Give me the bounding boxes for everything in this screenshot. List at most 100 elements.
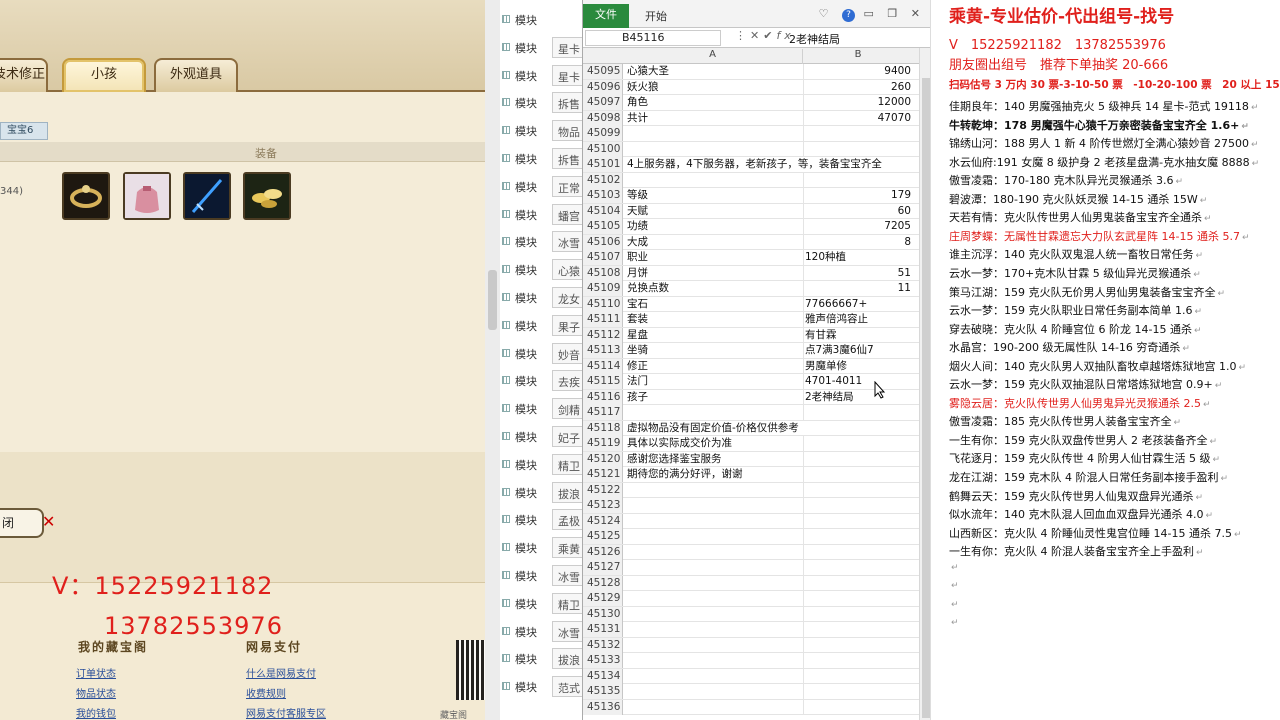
cell-a[interactable]: 坐骑 <box>627 343 648 358</box>
row-number[interactable]: 45098 <box>583 110 623 126</box>
row-number[interactable]: 45107 <box>583 250 623 265</box>
row-number[interactable]: 45123 <box>583 498 623 513</box>
confirm-icon[interactable]: ✔ <box>763 29 776 42</box>
cell-a[interactable]: 角色 <box>627 95 648 110</box>
row-number[interactable]: 45116 <box>583 389 623 405</box>
row-number[interactable]: 45136 <box>583 699 623 715</box>
cell-a[interactable]: 月饼 <box>627 266 648 281</box>
row-number[interactable]: 45128 <box>583 575 623 591</box>
row-number[interactable]: 45115 <box>583 374 623 389</box>
cell-b[interactable]: 260 <box>805 80 911 95</box>
row-number[interactable]: 45117 <box>583 405 623 420</box>
subtab-pet[interactable]: 宝宝6 <box>0 122 48 140</box>
row-number[interactable]: 45109 <box>583 281 623 296</box>
close-icon[interactable]: ✕ <box>911 7 925 20</box>
cell-b[interactable]: 7205 <box>805 219 911 234</box>
ring-item-icon[interactable] <box>62 172 110 220</box>
row-number[interactable]: 45113 <box>583 343 623 358</box>
cell-b[interactable]: 4701-4011 <box>805 374 911 389</box>
cell-a[interactable]: 妖火狼 <box>627 80 659 95</box>
row-number[interactable]: 45104 <box>583 203 623 219</box>
row-number[interactable]: 45120 <box>583 451 623 467</box>
cell-a[interactable]: 具体以实际成交价为准 <box>627 436 732 451</box>
formula-input[interactable]: 2老神结局 <box>789 31 840 47</box>
cell-b[interactable]: 51 <box>805 266 911 281</box>
row-number[interactable]: 45105 <box>583 219 623 234</box>
cancel-icon[interactable]: ✕ <box>750 29 763 42</box>
row-number[interactable]: 45126 <box>583 544 623 560</box>
cell-a[interactable]: 感谢您选择鉴宝服务 <box>627 452 722 467</box>
cell-b[interactable]: 2老神结局 <box>805 390 911 405</box>
row-number[interactable]: 45111 <box>583 312 623 327</box>
cell-b[interactable]: 47070 <box>805 111 911 126</box>
row-number[interactable]: 45106 <box>583 234 623 250</box>
tab-skill-correction[interactable]: 技术修正 <box>0 58 48 92</box>
file-tab[interactable]: 文件 <box>583 4 629 28</box>
row-number[interactable]: 45122 <box>583 482 623 498</box>
cell-a[interactable]: 套装 <box>627 312 648 327</box>
cell-a[interactable]: 天赋 <box>627 204 648 219</box>
cell-b[interactable]: 120种植 <box>805 250 911 265</box>
row-number[interactable]: 45108 <box>583 265 623 281</box>
row-number[interactable]: 45130 <box>583 606 623 622</box>
cell-a[interactable]: 4上服务器，4下服务器，老新孩子，等，装备宝宝齐全 <box>627 157 882 172</box>
home-tab[interactable]: 开始 <box>645 8 667 24</box>
restore-icon[interactable]: ❐ <box>887 7 902 20</box>
cell-a[interactable]: 孩子 <box>627 390 648 405</box>
cell-a[interactable]: 兑换点数 <box>627 281 669 296</box>
footer-link-order-status[interactable]: 订单状态 <box>76 665 116 680</box>
cell-a[interactable]: 等级 <box>627 188 648 203</box>
column-header-a[interactable]: A <box>623 49 803 64</box>
row-number[interactable]: 45127 <box>583 560 623 575</box>
cell-a[interactable]: 共计 <box>627 111 648 126</box>
chevron-down-icon[interactable]: ♡ <box>819 7 834 20</box>
cell-a[interactable]: 法门 <box>627 374 648 389</box>
row-number[interactable]: 45133 <box>583 653 623 668</box>
cell-a[interactable]: 星盘 <box>627 328 648 343</box>
cell-b[interactable]: 男魔单修 <box>805 359 911 374</box>
row-number[interactable]: 45124 <box>583 513 623 529</box>
close-icon[interactable]: ✕ <box>42 512 55 531</box>
cell-b[interactable]: 12000 <box>805 95 911 110</box>
more-icon[interactable]: ⋮ <box>735 29 750 42</box>
row-number[interactable]: 45102 <box>583 172 623 188</box>
cell-a[interactable]: 期待您的满分好评，谢谢 <box>627 467 743 482</box>
row-number[interactable]: 45121 <box>583 467 623 482</box>
sword-item-icon[interactable] <box>183 172 231 220</box>
row-number[interactable]: 45103 <box>583 188 623 203</box>
tab-appearance-items[interactable]: 外观道具 <box>154 58 238 92</box>
row-number[interactable]: 45100 <box>583 141 623 157</box>
sheet-scrollbar[interactable] <box>919 48 930 720</box>
cell-a[interactable]: 心猿大圣 <box>627 64 669 79</box>
game-scrollbar-thumb[interactable] <box>488 270 497 330</box>
footer-link-my-wallet[interactable]: 我的钱包 <box>76 705 116 720</box>
footer-link-what-is-pay[interactable]: 什么是网易支付 <box>246 665 316 680</box>
name-box[interactable]: B45116 <box>585 30 721 46</box>
row-number[interactable]: 45095 <box>583 64 623 79</box>
row-number[interactable]: 45099 <box>583 126 623 141</box>
minimize-icon[interactable]: ▭ <box>864 7 879 20</box>
tab-child[interactable]: 小孩 <box>62 58 146 92</box>
cell-b[interactable]: 77666667+ <box>805 297 911 312</box>
cell-b[interactable]: 179 <box>805 188 911 203</box>
row-number[interactable]: 45112 <box>583 327 623 343</box>
cell-b[interactable]: 9400 <box>805 64 911 79</box>
cell-b[interactable]: 11 <box>805 281 911 296</box>
row-number[interactable]: 45118 <box>583 420 623 436</box>
sheet-scrollbar-thumb[interactable] <box>922 78 930 718</box>
cell-b[interactable]: 有甘霖 <box>805 328 911 343</box>
row-number[interactable]: 45101 <box>583 157 623 172</box>
footer-link-fee-rules[interactable]: 收费规则 <box>246 685 286 700</box>
game-scrollbar[interactable] <box>485 0 500 720</box>
help-icon[interactable]: ? <box>842 9 855 22</box>
close-button[interactable]: 闭 <box>0 508 44 538</box>
cell-b[interactable]: 雅声倍鸿容止 <box>805 312 911 327</box>
row-number[interactable]: 45125 <box>583 529 623 544</box>
column-header-b[interactable]: B <box>803 49 913 60</box>
cell-b[interactable]: 点7满3魔6仙7 <box>805 343 911 358</box>
row-number[interactable]: 45096 <box>583 79 623 95</box>
cell-a[interactable]: 修正 <box>627 359 648 374</box>
cell-a[interactable]: 功绩 <box>627 219 648 234</box>
row-number[interactable]: 45131 <box>583 622 623 637</box>
row-number[interactable]: 45110 <box>583 296 623 312</box>
